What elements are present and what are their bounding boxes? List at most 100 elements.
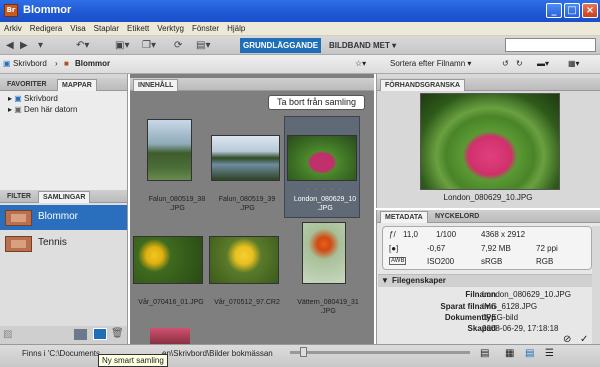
- lock-icon[interactable]: ▤: [480, 348, 489, 359]
- menu-etikett[interactable]: Etikett: [123, 22, 153, 36]
- search-input[interactable]: [505, 38, 596, 52]
- menu-arkiv[interactable]: Arkiv: [0, 22, 26, 36]
- tab-collections[interactable]: SAMLINGAR: [38, 191, 91, 203]
- tree-item-computer[interactable]: ▸ ▣ Den här datorn: [8, 105, 77, 114]
- metadata-scrollbar[interactable]: [592, 226, 600, 344]
- remove-from-collection-button[interactable]: Ta bort från samling: [268, 95, 365, 110]
- star-filter-icon[interactable]: ☆▾: [355, 59, 366, 68]
- preview-image[interactable]: [420, 93, 560, 190]
- grid-view-icon[interactable]: ▦: [505, 348, 514, 359]
- new-smart-collection-button[interactable]: [93, 328, 107, 340]
- breadcrumb-current[interactable]: Blommor: [75, 59, 110, 68]
- new-folder-icon[interactable]: ▬▾: [537, 59, 549, 68]
- maximize-button[interactable]: □: [564, 3, 580, 18]
- left-bottom-tabs: FILTER SAMLINGAR: [0, 190, 127, 203]
- workspace-more[interactable]: MET ▾: [370, 38, 399, 53]
- menu-staplar[interactable]: Staplar: [90, 22, 123, 36]
- details-view-icon[interactable]: ▤: [525, 348, 534, 359]
- collection-blommor[interactable]: Blommor: [0, 205, 127, 230]
- delete-icon[interactable]: ▦▾: [568, 59, 580, 68]
- collection-tennis[interactable]: Tennis: [0, 231, 127, 256]
- rotate-left-icon[interactable]: ↺: [502, 59, 509, 68]
- thumbnail-partial: [150, 328, 190, 344]
- zoom-slider[interactable]: [290, 351, 470, 354]
- thumbnail-item[interactable]: Falun_080519_39 .JPG: [207, 115, 280, 215]
- breadcrumb-desktop[interactable]: Skrivbord: [13, 59, 47, 68]
- colorspace-value: sRGB: [481, 257, 503, 266]
- recent-folder-icon[interactable]: ▾: [38, 39, 43, 52]
- thumbnail-label: Falun_080519_39 .JPG: [218, 196, 276, 212]
- preview-caption: London_080629_10.JPG: [443, 193, 533, 202]
- toolbar: ◀ ▶ ▾ ↶▾ ▣▾ ❐▾ ⟳ ▤▾ GRUNDLÄGGANDE BILDBA…: [0, 36, 600, 55]
- app-icon: Br: [4, 4, 18, 17]
- camera-import-icon[interactable]: ▣▾: [115, 39, 129, 52]
- minimize-button[interactable]: _: [546, 3, 562, 18]
- thumbnail-item-selected[interactable]: · · · · · London_080629_10 .JPG: [284, 116, 360, 218]
- collection-icon: [5, 210, 32, 226]
- refine-icon[interactable]: ❐▾: [142, 39, 156, 52]
- tab-metadata[interactable]: METADATA: [380, 211, 428, 223]
- tree-item-desktop[interactable]: ▸ ▣ Skrivbord: [8, 94, 58, 103]
- thumbnail-image: [211, 135, 280, 181]
- tab-content[interactable]: INNEHÅLL: [133, 79, 179, 91]
- thumbnail-label: Vår_070512_97.CR2: [214, 299, 280, 306]
- list-view-icon[interactable]: ☰: [545, 348, 554, 359]
- thumbnail-item[interactable]: Vår_070512_97.CR2: [207, 236, 280, 336]
- path-bar: ▣ Skrivbord › ■ Blommor Sortera efter Fi…: [0, 55, 600, 74]
- menu-hjalp[interactable]: Hjälp: [223, 22, 249, 36]
- back-icon[interactable]: ◀: [6, 39, 14, 52]
- rotate-right-icon[interactable]: ↻: [516, 59, 523, 68]
- shutter-value: 1/100: [436, 230, 457, 239]
- trash-icon[interactable]: 🗑: [111, 328, 124, 339]
- aperture-value: 11,0: [403, 230, 418, 239]
- menu-visa[interactable]: Visa: [66, 22, 89, 36]
- forward-icon[interactable]: ▶: [20, 39, 28, 52]
- tooltip: Ny smart samling: [98, 354, 168, 367]
- thumbnail-item[interactable]: Vättern_080419_31 .JPG: [294, 222, 366, 322]
- tab-keywords[interactable]: NYCKELORD: [431, 211, 483, 223]
- workspace-grundlaggande[interactable]: GRUNDLÄGGANDE: [240, 38, 322, 53]
- colormode-value: RGB: [536, 257, 554, 266]
- new-collection-icon[interactable]: ▨: [3, 329, 12, 340]
- menu-verktyg[interactable]: Verktyg: [153, 22, 188, 36]
- menu-fonster[interactable]: Fönster: [188, 22, 223, 36]
- title-bar: Br Blommor _ □ ×: [0, 0, 600, 22]
- wb-badge: AWB: [389, 257, 407, 265]
- tab-preview[interactable]: FÖRHANDSGRANSKA: [380, 79, 466, 91]
- tab-filter[interactable]: FILTER: [3, 191, 35, 203]
- status-path-start: Finns i 'C:\Documents: [22, 349, 100, 358]
- rotate-icon[interactable]: ⟳: [174, 39, 182, 52]
- thumbnail-image: [209, 236, 279, 284]
- meta-value-created: 2008-06-29, 17:18:18: [482, 324, 559, 333]
- meta-value-filename: London_080629_10.JPG: [482, 290, 571, 299]
- collection-icon: ■: [64, 59, 69, 68]
- menu-bar: Arkiv Redigera Visa Staplar Etikett Verktyg Fö…: [0, 22, 600, 36]
- boomerang-icon[interactable]: ↶▾: [76, 39, 89, 52]
- thumbnail-label: Vättern_080419_31 .JPG: [297, 299, 359, 315]
- open-in-camera-raw-icon[interactable]: ▤▾: [196, 39, 210, 52]
- collections-panel: Blommor Tennis: [0, 203, 127, 326]
- dimensions-value: 4368 x 2912: [481, 230, 526, 239]
- desktop-icon: ▣: [3, 59, 11, 68]
- meta-value-doctype: JPEG-bild: [482, 313, 519, 322]
- new-collection-button[interactable]: [74, 329, 87, 340]
- close-button[interactable]: ×: [582, 3, 598, 18]
- zoom-slider-handle[interactable]: [300, 347, 307, 357]
- breadcrumb-separator: ›: [55, 59, 58, 68]
- thumbnail-item[interactable]: Falun_080519_38 .JPG: [137, 115, 209, 215]
- iso-value: ISO200: [427, 257, 455, 266]
- sort-dropdown[interactable]: Sortera efter Filnamn ▾: [390, 59, 471, 68]
- tab-folders[interactable]: MAPPAR: [57, 79, 97, 91]
- collections-footer: ▨ 🗑: [0, 326, 127, 344]
- thumbnail-label: Vår_070416_01.JPG: [138, 299, 204, 306]
- menu-redigera[interactable]: Redigera: [26, 22, 66, 36]
- status-path-end: en\Skrivbord\Bilder bokmässan: [162, 349, 273, 358]
- tab-favorites[interactable]: FAVORITER: [3, 79, 51, 91]
- thumbnail-item[interactable]: Vår_070416_01.JPG: [131, 236, 204, 336]
- filesize-value: 7,92 MB: [481, 244, 511, 253]
- section-header[interactable]: ▼ Filegenskaper: [378, 274, 592, 287]
- workspace-bildband[interactable]: BILDBAND: [326, 38, 374, 53]
- metering-icon: [●]: [389, 244, 399, 253]
- thumbnail-label: London_080629_10 .JPG: [293, 196, 357, 212]
- rating-dots[interactable]: · · · · ·: [285, 185, 365, 194]
